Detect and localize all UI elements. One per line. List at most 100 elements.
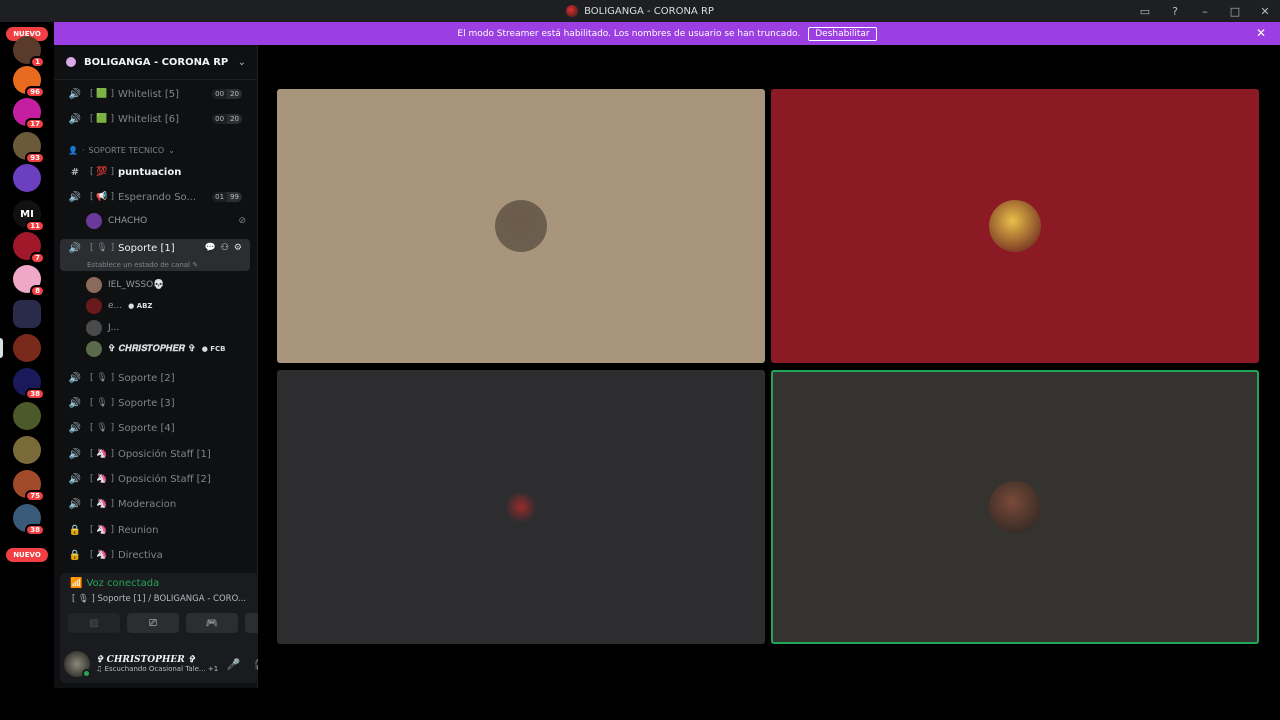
camera-button[interactable]: ▨	[68, 613, 120, 633]
channel-soporte-2[interactable]: 🔊 [ 🎙 ] Soporte [2]	[60, 367, 250, 389]
participant-avatar	[989, 200, 1041, 252]
channel-reunion[interactable]: 🔒 [ 🦄 ] Reunion	[60, 519, 250, 541]
avatar	[86, 320, 102, 336]
voice-speaker-icon: 🔊	[68, 88, 82, 100]
participant-tile[interactable]	[771, 370, 1259, 644]
maximize-icon[interactable]: □	[1220, 0, 1250, 22]
voice-member[interactable]: ✞ 𝑪𝑯𝑹𝑰𝑺𝑻𝑶𝑷𝑯𝑬𝑹 ✞ ● FCB	[86, 340, 226, 358]
channel-label: Soporte [1]	[118, 243, 175, 254]
title-bar: BOLIGANGA - CORONA RP ▭ ? – □ ✕	[0, 0, 1280, 22]
server-icon[interactable]: 8	[13, 265, 45, 297]
chevron-down-icon: ⌄	[168, 146, 175, 155]
deafened-icon: ⊘	[238, 216, 246, 226]
channel-label: Soporte [2]	[118, 372, 175, 384]
user-limit-badge: 01 99	[212, 192, 242, 202]
guild-header[interactable]: BOLIGANGA - CORONA RP ⌄	[54, 45, 258, 80]
server-icon[interactable]	[13, 300, 41, 328]
voice-stage	[258, 45, 1280, 688]
add-member-icon[interactable]: ⚇	[221, 243, 229, 253]
gamepad-icon: 🎮	[205, 617, 219, 629]
participant-avatar	[497, 492, 545, 522]
server-icon[interactable]	[13, 402, 41, 430]
server-icon[interactable]: 75	[13, 470, 45, 502]
window-title: BOLIGANGA - CORONA RP	[566, 5, 714, 17]
member-name: J...	[108, 323, 120, 333]
channel-label: Soporte [3]	[118, 397, 175, 409]
channel-emoji: [ 🟩 ]	[90, 114, 114, 124]
activity-button[interactable]: 🎮	[186, 613, 238, 633]
channel-whitelist-6[interactable]: 🔊 [ 🟩 ] Whitelist [6] 00 20	[60, 108, 250, 130]
voice-member[interactable]: J...	[86, 319, 119, 337]
voice-member[interactable]: IEL_WSSO💀	[86, 276, 164, 294]
guild-name: BOLIGANGA - CORONA RP	[84, 56, 229, 68]
screen-share-button[interactable]: ⎚	[127, 613, 179, 633]
help-icon[interactable]: ?	[1160, 0, 1190, 22]
channel-label: Esperando So...	[117, 191, 197, 203]
voice-speaker-icon: 🔊	[68, 243, 82, 254]
chevron-down-icon[interactable]: ⌄	[238, 57, 246, 68]
channel-soporte-4[interactable]: 🔊 [ 🎙 ] Soporte [4]	[60, 417, 250, 439]
participant-tile[interactable]	[771, 89, 1259, 363]
inbox-icon[interactable]: ▭	[1130, 0, 1160, 22]
channel-moderacion[interactable]: 🔊 [ 🦄 ] Moderacion	[60, 493, 250, 515]
mention-badge: 11	[25, 220, 45, 232]
signal-icon: 📶	[70, 578, 83, 589]
voice-channel-link[interactable]: [ 🎙 ] Soporte [1] / BOLIGANGA - CORO...	[72, 594, 246, 604]
avatar	[86, 341, 102, 357]
new-badge-bottom[interactable]: NUEVO	[6, 548, 48, 562]
avatar	[86, 277, 102, 293]
disable-streamer-button[interactable]: Deshabilitar	[808, 26, 877, 41]
mention-badge: 17	[25, 118, 45, 130]
member-tag: ● ABZ	[128, 302, 153, 310]
server-icon[interactable]	[13, 164, 41, 192]
text-channel-hash-icon: #	[70, 166, 80, 178]
microphone-icon[interactable]: 🎤	[227, 658, 241, 671]
channel-oposicion-staff-1[interactable]: 🔊 [ 🦄 ] Oposición Staff [1]	[60, 443, 250, 465]
participant-tile[interactable]	[277, 370, 765, 644]
lock-icon: 🔒	[68, 524, 82, 536]
server-icon[interactable]: 38	[13, 504, 45, 536]
close-icon[interactable]: ✕	[1250, 0, 1280, 22]
server-icon[interactable]: 96	[13, 66, 45, 98]
channel-emoji: [ 📢 ]	[90, 192, 114, 202]
server-icon[interactable]: 1	[13, 36, 45, 68]
voice-speaker-icon: 🔊	[68, 473, 82, 485]
mention-badge: 75	[25, 490, 45, 502]
channel-emoji: [ 🦄 ]	[90, 525, 114, 535]
server-icon[interactable]: MI 11	[13, 200, 45, 232]
server-icon[interactable]	[13, 436, 41, 464]
channel-whitelist-5[interactable]: 🔊 [ 🟩 ] Whitelist [5] 00 20	[60, 83, 250, 105]
server-icon[interactable]: 93	[13, 132, 45, 164]
chat-bubble-icon[interactable]: 💬	[205, 243, 216, 253]
avatar	[86, 213, 102, 229]
support-icon: 👤	[68, 146, 78, 155]
channel-oposicion-staff-2[interactable]: 🔊 [ 🦄 ] Oposición Staff [2]	[60, 468, 250, 490]
channel-esperando-soporte[interactable]: 🔊 [ 📢 ] Esperando So... 01 99	[60, 186, 250, 208]
participant-tile[interactable]	[277, 89, 765, 363]
guild-icon	[66, 57, 76, 67]
server-icon[interactable]: 7	[13, 232, 45, 264]
channel-emoji: [ 🦄 ]	[90, 499, 114, 509]
voice-connected-status[interactable]: 📶 Voz conectada	[70, 578, 159, 589]
avatar[interactable]	[64, 651, 91, 678]
channel-puntuacion[interactable]: # [ 💯 ] puntuacion	[60, 161, 250, 183]
member-tag: ● FCB	[201, 345, 226, 353]
voice-member[interactable]: e... ● ABZ	[86, 297, 153, 315]
server-icon[interactable]	[0, 334, 41, 362]
category-label: SOPORTE TECNICO	[88, 146, 165, 155]
minimize-icon[interactable]: –	[1190, 0, 1220, 22]
server-icon[interactable]: 17	[13, 98, 45, 130]
category-soporte-tecnico[interactable]: 👤 · SOPORTE TECNICO ⌄	[68, 146, 175, 155]
channel-status-line[interactable]: Establece un estado de canal ✎	[87, 261, 198, 269]
mention-badge: 38	[25, 524, 45, 536]
channel-label: Moderacion	[117, 498, 177, 510]
channel-emoji: [ 🦄 ]	[90, 474, 114, 484]
channel-soporte-3[interactable]: 🔊 [ 🎙 ] Soporte [3]	[60, 392, 250, 414]
channel-directiva[interactable]: 🔒 [ 🦄 ] Directiva	[60, 544, 250, 566]
member-chacho[interactable]: CHACHO ⊘	[86, 212, 246, 230]
banner-close-icon[interactable]: ✕	[1256, 26, 1266, 40]
member-name: CHACHO	[108, 216, 148, 226]
server-icon[interactable]: 38	[13, 368, 45, 400]
gear-icon[interactable]: ⚙	[234, 243, 242, 253]
user-limit-badge: 00 20	[212, 89, 242, 99]
